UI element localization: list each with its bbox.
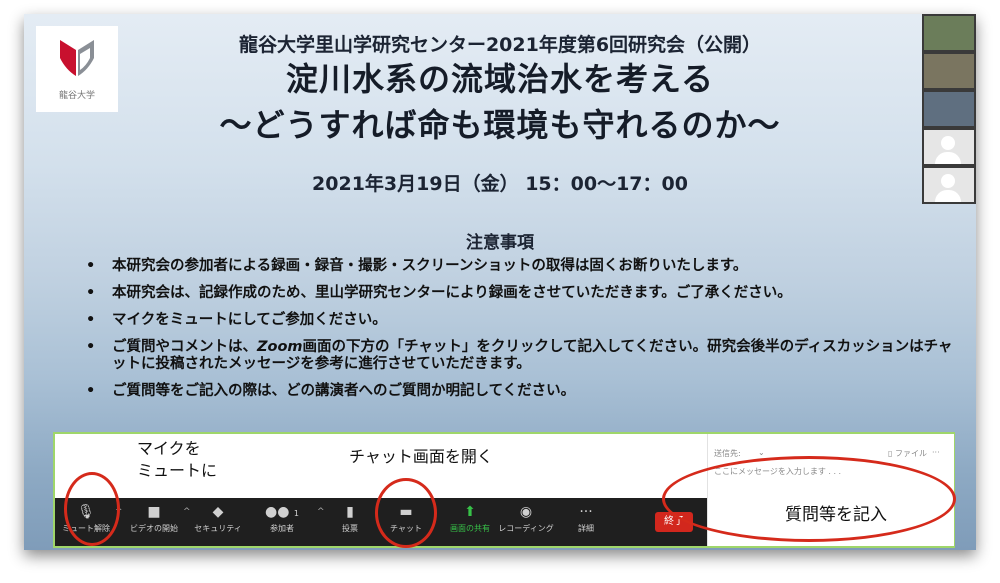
record-label: レコーディング	[498, 524, 554, 533]
mute-instruction-line: ミュートに	[137, 461, 218, 480]
share-arrow-icon: ⬆	[464, 504, 476, 520]
zoom-word: Zoom	[257, 339, 303, 355]
chat-input-highlight-ellipse	[662, 456, 956, 542]
share-screen-label: 画面の共有	[450, 524, 490, 533]
person-icon	[941, 174, 955, 188]
more-label: 詳細	[578, 524, 594, 533]
file-label: ファイル	[894, 449, 927, 458]
people-icon: ●● 1	[265, 504, 299, 520]
subtitle: 〜どうすれば命も環境も守れるのか〜	[219, 106, 781, 144]
note-item: 本研究会は、記録作成のため、里山学研究センターにより録画をさせていただきます。ご…	[86, 285, 956, 302]
security-button[interactable]: ◆ セキュリティ	[187, 502, 249, 536]
participant-video-tile[interactable]	[924, 92, 974, 126]
main-title: 淀川水系の流域治水を考える	[285, 60, 715, 98]
participant-video-strip	[922, 14, 976, 204]
note-item: マイクをミュートにしてご参加ください。	[86, 312, 956, 329]
presentation-slide: 龍谷大学 龍谷大学里山学研究センター2021年度第6回研究会（公開） 淀川水系の…	[24, 14, 976, 550]
security-label: セキュリティ	[194, 524, 242, 533]
participants-button[interactable]: ●● 1 参加者	[251, 502, 313, 536]
event-date: 2021年3月19日（金） 15：00〜17：00	[312, 173, 688, 195]
record-button[interactable]: ◉ レコーディング	[495, 502, 557, 536]
shield-icon: ◆	[212, 504, 224, 520]
mute-instruction-label: マイクを ミュートに	[137, 438, 217, 482]
notes-heading: 注意事項	[466, 233, 534, 253]
note-item: ご質問等をご記入の際は、どの講演者へのご質問か明記してください。	[86, 383, 956, 400]
file-button[interactable]: ▯ ファイル	[888, 448, 927, 459]
note-text: ご質問やコメントは、	[112, 339, 257, 355]
chat-instruction-label: チャット画面を開く	[349, 447, 493, 466]
note-item: 本研究会の参加者による録画・録音・撮影・スクリーンショットの取得は固くお断りいた…	[86, 258, 956, 275]
more-button[interactable]: ··· 詳細	[555, 502, 617, 536]
mute-highlight-circle	[64, 472, 120, 546]
poll-label: 投票	[342, 524, 358, 533]
share-screen-button[interactable]: ⬆ 画面の共有	[439, 502, 501, 536]
participant-avatar-tile[interactable]	[924, 168, 974, 202]
person-icon-body	[935, 190, 961, 202]
participant-video-tile[interactable]	[924, 54, 974, 88]
file-icon: ▯	[888, 449, 893, 458]
mute-instruction-line: マイクを	[137, 439, 201, 458]
more-options-icon[interactable]: ···	[932, 448, 940, 457]
participants-count: 1	[293, 509, 299, 518]
start-video-label: ビデオの開始	[130, 524, 178, 533]
video-off-icon: ■	[147, 504, 161, 520]
participant-video-tile[interactable]	[924, 16, 974, 50]
start-video-button[interactable]: ■ ビデオの開始	[123, 502, 185, 536]
event-title: 龍谷大学里山学研究センター2021年度第6回研究会（公開）	[238, 34, 762, 56]
participants-label: 参加者	[270, 524, 294, 533]
poll-button[interactable]: ▮ 投票	[319, 502, 381, 536]
chat-highlight-circle	[375, 478, 437, 548]
bar-chart-icon: ▮	[346, 504, 354, 520]
chat-recipient-label: 送信先:	[714, 449, 741, 458]
record-icon: ◉	[519, 504, 533, 520]
participant-avatar-tile[interactable]	[924, 130, 974, 164]
person-icon-body	[935, 152, 961, 164]
chat-recipient-dropdown[interactable]: ⌄	[758, 448, 765, 457]
ellipsis-icon: ···	[579, 504, 593, 520]
note-item: ご質問やコメントは、Zoom画面の下方の「チャット」をクリックして記入してくださ…	[86, 339, 956, 373]
notes-list: 本研究会の参加者による録画・録音・撮影・スクリーンショットの取得は固くお断りいた…	[86, 258, 956, 410]
person-icon	[941, 136, 955, 150]
